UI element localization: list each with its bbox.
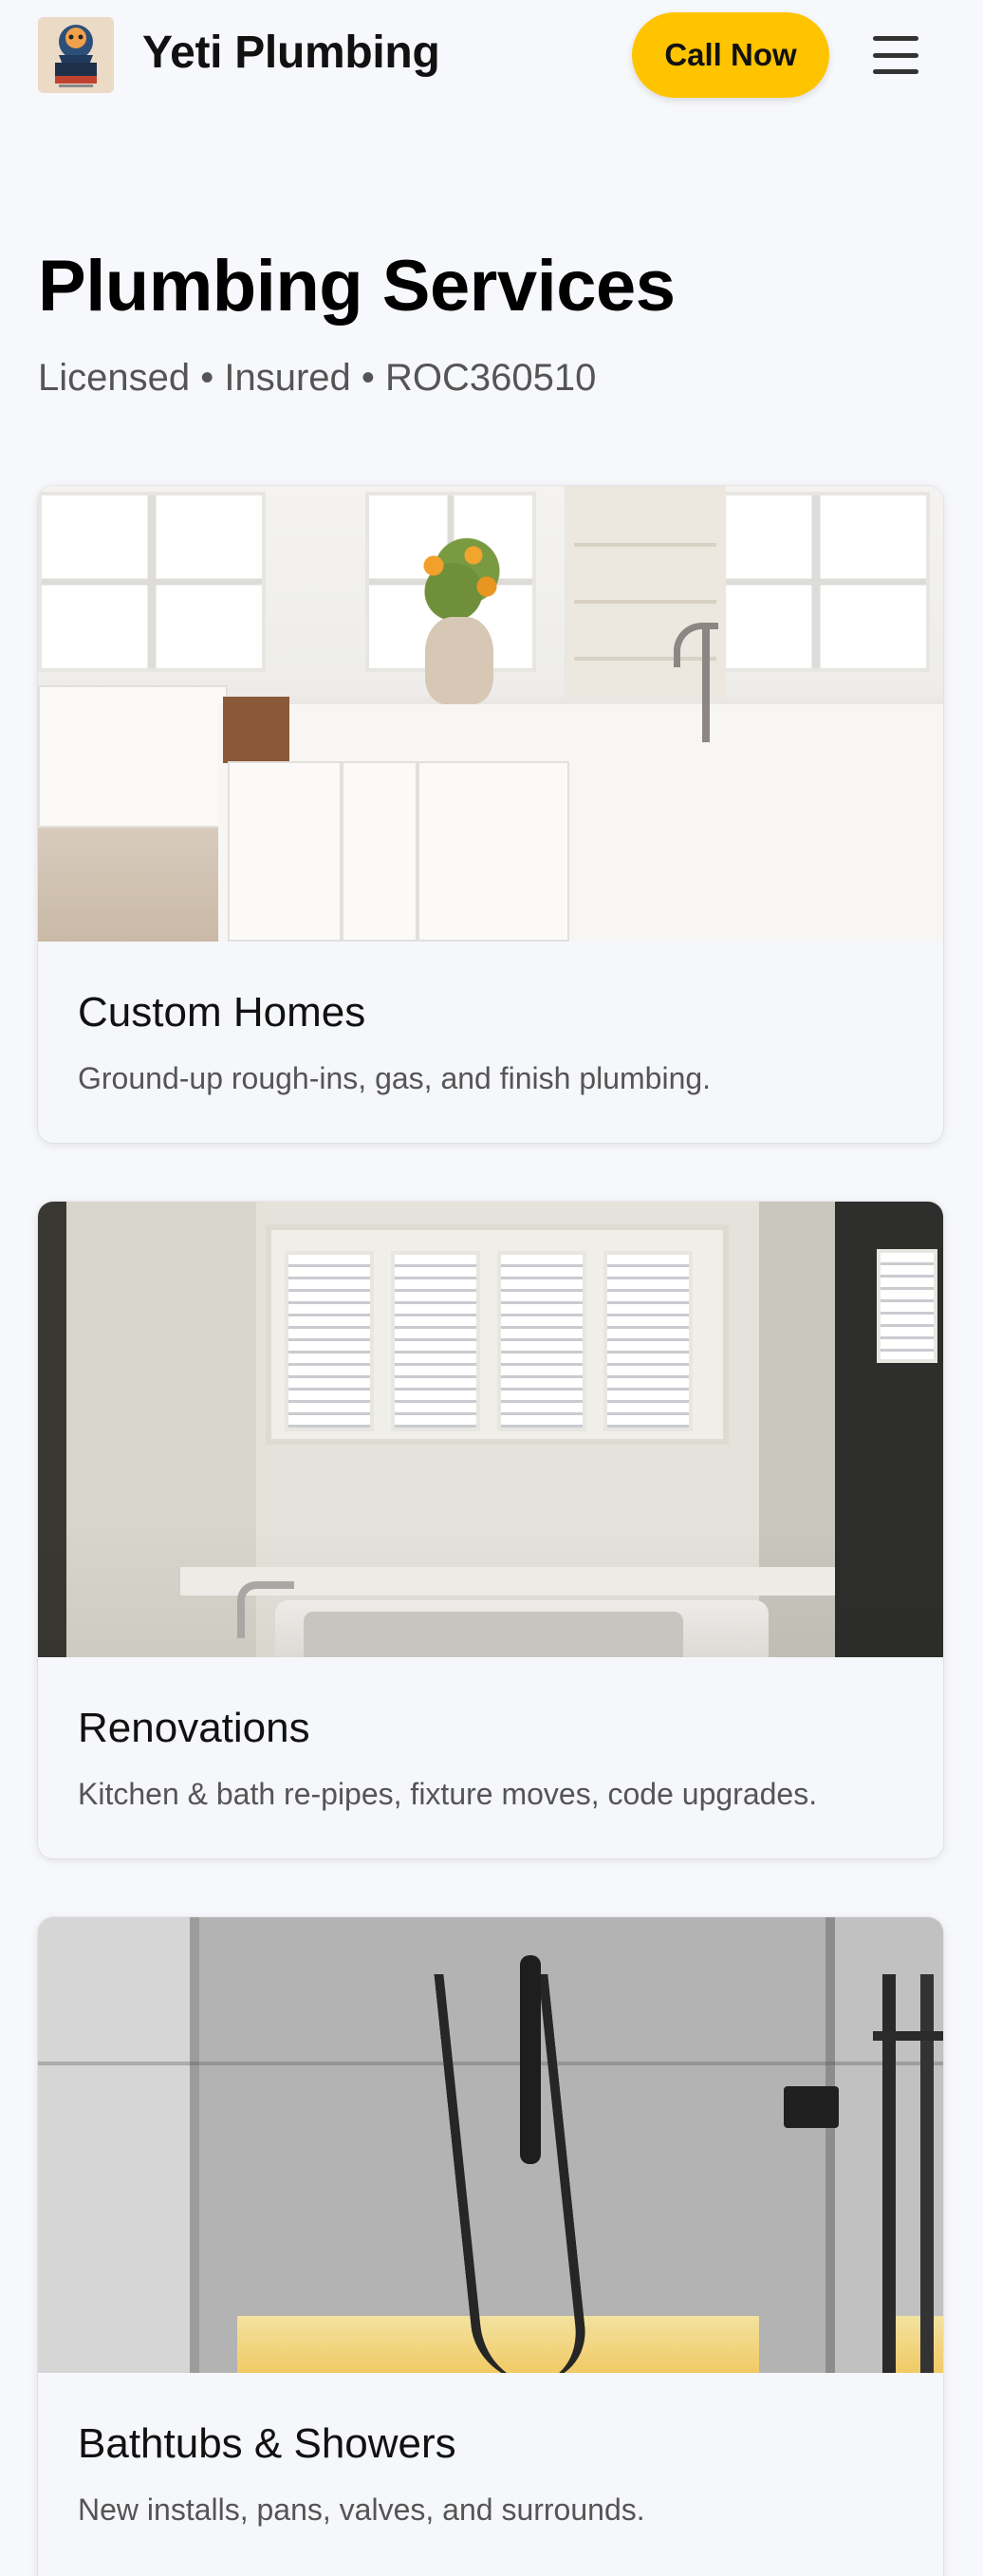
- yeti-logo-icon[interactable]: [38, 17, 114, 93]
- menu-bar: [873, 69, 918, 74]
- menu-bar: [873, 52, 918, 58]
- brand-name[interactable]: Yeti Plumbing: [142, 27, 440, 79]
- service-card-description: Ground-up rough-ins, gas, and finish plu…: [78, 1061, 712, 1095]
- service-card-description: Kitchen & bath re-pipes, fixture moves, …: [78, 1777, 818, 1811]
- page-subtitle: Licensed • Insured • ROC360510: [38, 357, 597, 399]
- service-card-title[interactable]: Custom Homes: [78, 989, 903, 1036]
- bathroom-tub-shutters-photo: [38, 1202, 943, 1657]
- service-card-renovations[interactable]: Renovations Kitchen & bath re-pipes, fix…: [38, 1202, 943, 1858]
- service-card-bathtubs-showers[interactable]: Bathtubs & Showers New installs, pans, v…: [38, 1917, 943, 2576]
- service-card-description: New installs, pans, valves, and surround…: [78, 2492, 645, 2527]
- shower-fixture-photo: [38, 1917, 943, 2373]
- service-card-title[interactable]: Renovations: [78, 1705, 903, 1752]
- page-title: Plumbing Services: [38, 246, 676, 327]
- menu-bar: [873, 36, 918, 41]
- call-now-button[interactable]: Call Now: [632, 12, 829, 98]
- hamburger-menu-icon[interactable]: [869, 32, 922, 78]
- service-card-title[interactable]: Bathtubs & Showers: [78, 2420, 903, 2468]
- site-header: Yeti Plumbing Call Now: [0, 0, 983, 110]
- kitchen-island-photo: [38, 486, 943, 942]
- service-card-custom-homes[interactable]: Custom Homes Ground-up rough-ins, gas, a…: [38, 486, 943, 1143]
